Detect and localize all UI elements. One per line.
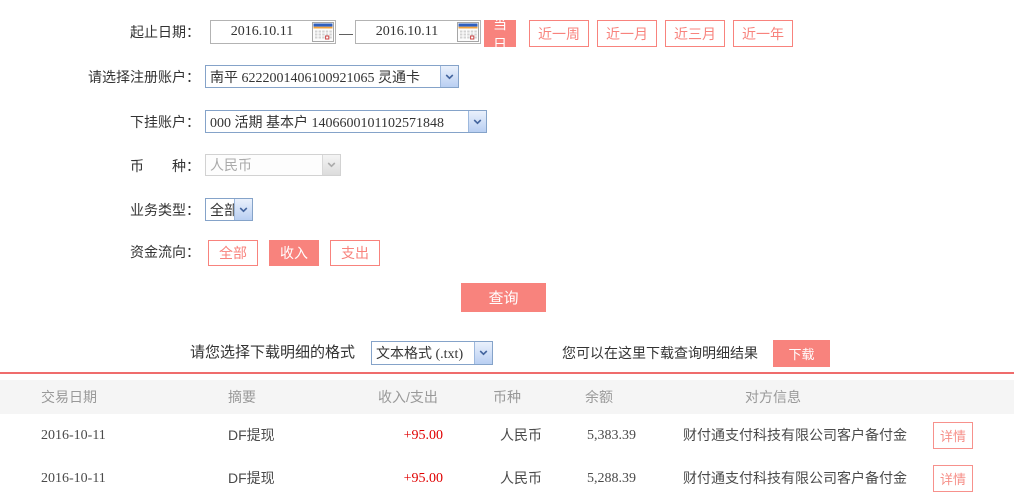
col-header-balance: 余额 [585, 380, 613, 414]
register-account-value: 南平 6222001406100921065 灵通卡 [206, 67, 440, 87]
sub-account-select[interactable]: 000 活期 基本户 1406600101102571848 [205, 110, 487, 133]
cell-counterparty: 财付通支付科技有限公司客户备付金 [683, 457, 907, 500]
cell-date: 2016-10-11 [41, 457, 106, 500]
transaction-query-page: 起止日期： — [0, 0, 1014, 500]
chevron-down-icon [440, 66, 458, 87]
business-type-select[interactable]: 全部 [205, 198, 253, 221]
chevron-down-icon [234, 199, 252, 220]
cell-amount: +95.00 [378, 414, 443, 457]
table-row: 2016-10-11 DF提现 +95.00 人民币 5,288.39 财付通支… [0, 457, 1014, 500]
col-header-counterparty: 对方信息 [745, 380, 801, 414]
download-format-select[interactable]: 文本格式 (.txt) [371, 341, 493, 365]
quick-button-year[interactable]: 近一年 [733, 20, 793, 47]
download-hint: 您可以在这里下载查询明细结果 [562, 341, 758, 365]
table-row: 2016-10-11 DF提现 +95.00 人民币 5,383.39 财付通支… [0, 414, 1014, 458]
col-header-amount: 收入/支出 [378, 380, 438, 414]
currency-label: 币 种： [0, 155, 200, 178]
quick-button-week[interactable]: 近一周 [529, 20, 589, 47]
business-type-label: 业务类型： [0, 199, 200, 222]
cell-currency: 人民币 [500, 414, 542, 457]
col-header-summary: 摘要 [228, 380, 256, 414]
quick-button-today[interactable]: 当日 [484, 20, 516, 47]
download-button[interactable]: 下载 [773, 340, 830, 367]
cell-summary: DF提现 [228, 414, 275, 457]
table-top-divider [0, 372, 1014, 374]
detail-button[interactable]: 详情 [933, 465, 973, 492]
query-button[interactable]: 查询 [461, 283, 546, 312]
date-range-label: 起止日期： [0, 21, 200, 44]
cell-date: 2016-10-11 [41, 414, 106, 457]
table-header: 交易日期 摘要 收入/支出 币种 余额 对方信息 [0, 380, 1014, 415]
register-account-label: 请选择注册账户： [0, 66, 200, 89]
col-header-currency: 币种 [493, 380, 521, 414]
chevron-down-icon [474, 342, 492, 364]
fund-flow-expense-button[interactable]: 支出 [330, 240, 380, 266]
chevron-down-icon [322, 155, 340, 175]
download-format-label: 请您选择下载明细的格式 [190, 341, 355, 365]
fund-flow-buttons: 全部 收入 支出 [208, 240, 391, 266]
cell-counterparty: 财付通支付科技有限公司客户备付金 [683, 414, 907, 457]
quick-button-quarter[interactable]: 近三月 [665, 20, 725, 47]
cell-summary: DF提现 [228, 457, 275, 500]
register-account-select[interactable]: 南平 6222001406100921065 灵通卡 [205, 65, 459, 88]
download-format-value: 文本格式 (.txt) [372, 343, 474, 363]
cell-amount: +95.00 [378, 457, 443, 500]
end-date-field [355, 20, 481, 44]
cell-balance: 5,288.39 [587, 457, 636, 500]
calendar-icon[interactable] [312, 22, 334, 42]
detail-button[interactable]: 详情 [933, 422, 973, 449]
chevron-down-icon [468, 111, 486, 132]
calendar-icon[interactable] [457, 22, 479, 42]
quick-date-buttons: 当日 近一周 近一月 近三月 近一年 [484, 20, 801, 47]
currency-select: 人民币 [205, 154, 341, 176]
currency-value: 人民币 [206, 155, 322, 175]
date-range-separator: — [337, 21, 355, 45]
start-date-field [210, 20, 336, 44]
fund-flow-label: 资金流向： [0, 241, 200, 264]
quick-button-month[interactable]: 近一月 [597, 20, 657, 47]
cell-currency: 人民币 [500, 457, 542, 500]
fund-flow-income-button[interactable]: 收入 [269, 240, 319, 266]
cell-balance: 5,383.39 [587, 414, 636, 457]
sub-account-label: 下挂账户： [0, 111, 200, 134]
sub-account-value: 000 活期 基本户 1406600101102571848 [206, 112, 468, 132]
fund-flow-all-button[interactable]: 全部 [208, 240, 258, 266]
business-type-value: 全部 [206, 200, 234, 220]
col-header-date: 交易日期 [41, 380, 97, 414]
